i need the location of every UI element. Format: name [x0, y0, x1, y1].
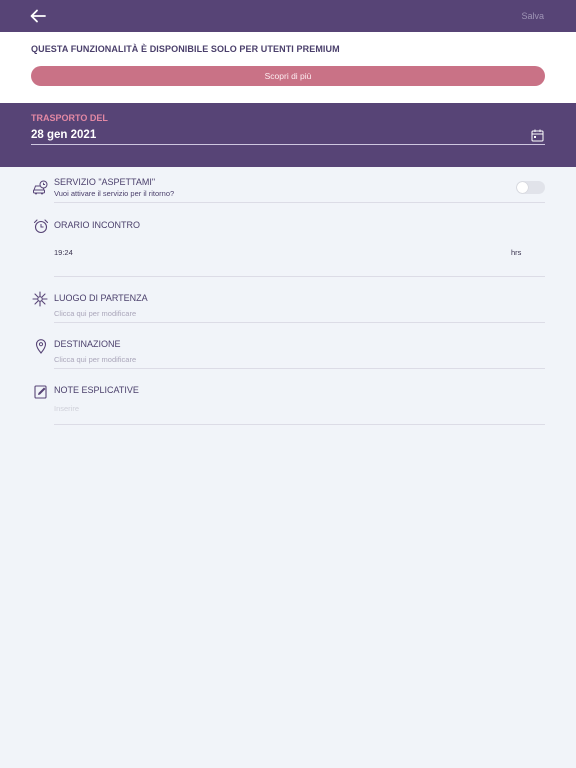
premium-message: QUESTA FUNZIONALITÀ È DISPONIBILE SOLO P… — [31, 44, 340, 54]
date-underline — [31, 144, 545, 145]
notes-title: NOTE ESPLICATIVE — [54, 385, 139, 395]
wait-service-title: SERVIZIO "ASPETTAMI" — [54, 177, 156, 187]
save-button[interactable]: Salva — [521, 11, 544, 21]
car-clock-icon — [32, 180, 48, 196]
calendar-icon — [531, 129, 544, 142]
premium-banner: QUESTA FUNZIONALITÀ È DISPONIBILE SOLO P… — [0, 32, 576, 103]
row-divider — [54, 276, 545, 277]
location-pin-icon — [33, 338, 49, 354]
meeting-time-title: ORARIO INCONTRO — [54, 220, 141, 230]
alarm-clock-icon — [33, 218, 49, 234]
destination-field[interactable]: Clicca qui per modificare — [54, 355, 136, 364]
transport-date-panel: TRASPORTO DEL 28 gen 2021 — [0, 103, 576, 167]
transport-date-field[interactable]: 28 gen 2021 — [31, 129, 96, 141]
starburst-icon — [32, 291, 48, 307]
notes-input[interactable]: Inserire — [54, 404, 79, 413]
wait-service-subtitle: Vuoi attivare il servizio per il ritorno… — [54, 189, 175, 198]
time-unit-label: hrs — [511, 248, 522, 257]
row-divider — [54, 322, 545, 323]
destination-title: DESTINAZIONE — [54, 339, 121, 349]
departure-field[interactable]: Clicca qui per modificare — [54, 309, 136, 318]
meeting-time-input[interactable]: 19:24 — [54, 248, 73, 257]
toggle-knob — [517, 182, 528, 193]
row-divider — [54, 368, 545, 369]
transport-date-label: TRASPORTO DEL — [31, 113, 108, 123]
row-divider — [54, 424, 545, 425]
top-bar: Salva — [0, 0, 576, 32]
arrow-left-icon — [30, 9, 46, 23]
back-button[interactable] — [28, 7, 48, 25]
edit-note-icon — [33, 384, 49, 400]
row-divider — [54, 202, 545, 203]
departure-title: LUOGO DI PARTENZA — [54, 293, 148, 303]
wait-service-toggle[interactable] — [516, 181, 545, 194]
calendar-button[interactable] — [531, 129, 544, 142]
discover-more-button[interactable]: Scopri di più — [31, 66, 545, 86]
